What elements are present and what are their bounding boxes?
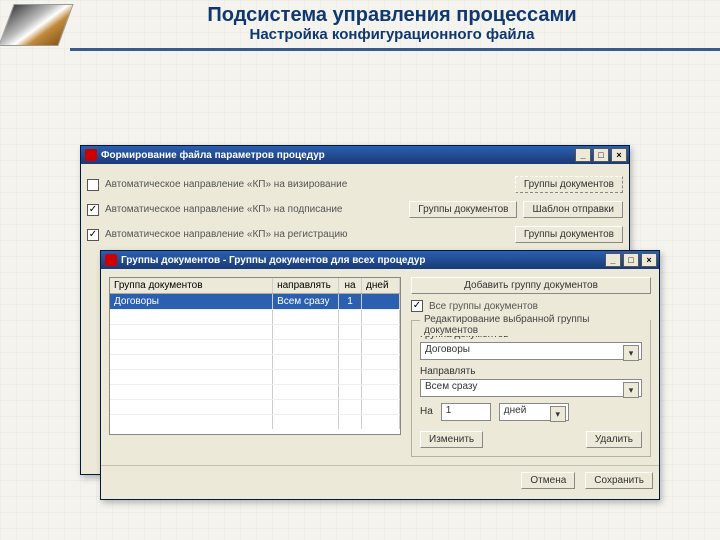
route-field-label: Направлять [420,366,642,377]
route-select[interactable]: Всем сразу [420,379,642,397]
n-input-value: 1 [446,405,452,416]
cell-n: 1 [339,294,362,309]
cell-unit [362,294,400,309]
group-select[interactable]: Договоры [420,342,642,360]
checkbox[interactable] [87,204,99,216]
n-input[interactable]: 1 [441,403,491,421]
window-title: Формирование файла параметров процедур [101,150,573,161]
col-n[interactable]: на [339,278,362,293]
checkbox-label: Автоматическое направление «КП» на визир… [105,179,347,190]
close-button[interactable]: × [611,148,627,162]
table-row[interactable] [110,339,400,354]
unit-select[interactable]: дней [499,403,569,421]
table-row[interactable] [110,369,400,384]
checkbox[interactable] [87,179,99,191]
table-row[interactable] [110,384,400,399]
delete-button[interactable]: Удалить [586,431,642,448]
change-button[interactable]: Изменить [420,431,483,448]
app-icon [105,254,117,266]
groups-button[interactable]: Группы документов [409,201,517,218]
slide-subtitle: Настройка конфигурационного файла [74,26,710,44]
option-row: Автоматическое направление «КП» на регис… [87,226,623,243]
unit-select-value: дней [504,405,527,416]
minimize-button[interactable]: _ [575,148,591,162]
slide-title: Подсистема управления процессами [74,4,710,26]
groupbox-title: Редактирование выбранной группы документ… [420,314,650,336]
window-groups: Группы документов - Группы документов дл… [100,250,660,500]
minimize-button[interactable]: _ [605,253,621,267]
app-icon [85,149,97,161]
col-route[interactable]: направлять [273,278,339,293]
groups-button[interactable]: Группы документов [515,176,623,193]
checkbox-label: Автоматическое направление «КП» на регис… [105,229,348,240]
dialog-footer: Отмена Сохранить [101,465,659,495]
table-row[interactable] [110,324,400,339]
group-select-value: Договоры [425,344,470,355]
col-doc[interactable]: Группа документов [110,278,273,293]
option-row: Автоматическое направление «КП» на подпи… [87,201,623,218]
maximize-button[interactable]: □ [593,148,609,162]
cell-route: Всем сразу [273,294,339,309]
window-title: Группы документов - Группы документов дл… [121,255,603,266]
all-groups-label: Все группы документов [429,301,538,312]
table-row[interactable]: Договоры Всем сразу 1 [110,294,400,309]
table-row[interactable] [110,309,400,324]
template-button[interactable]: Шаблон отправки [523,201,623,218]
logo-image [0,4,74,46]
route-select-value: Всем сразу [425,381,477,392]
cell-doc: Договоры [110,294,273,309]
table-row[interactable] [110,354,400,369]
titlebar-groups[interactable]: Группы документов - Группы документов дл… [101,251,659,269]
table-header: Группа документов направлять на дней [110,278,400,294]
table-row[interactable] [110,414,400,429]
save-button[interactable]: Сохранить [585,472,653,489]
titlebar-params[interactable]: Формирование файла параметров процедур _… [81,146,629,164]
option-row: Автоматическое направление «КП» на визир… [87,176,623,193]
groups-button[interactable]: Группы документов [515,226,623,243]
edit-groupbox: Редактирование выбранной группы документ… [411,320,651,457]
close-button[interactable]: × [641,253,657,267]
checkbox-label: Автоматическое направление «КП» на подпи… [105,204,343,215]
maximize-button[interactable]: □ [623,253,639,267]
all-groups-checkbox[interactable] [411,300,423,312]
checkbox[interactable] [87,229,99,241]
header-divider [70,48,720,51]
cancel-button[interactable]: Отмена [521,472,575,489]
n-field-label: На [420,406,433,417]
add-group-button[interactable]: Добавить группу документов [411,277,651,294]
slide-header: Подсистема управления процессами Настрой… [0,0,720,48]
col-days[interactable]: дней [362,278,400,293]
groups-table: Группа документов направлять на дней Дог… [109,277,401,435]
table-row[interactable] [110,399,400,414]
